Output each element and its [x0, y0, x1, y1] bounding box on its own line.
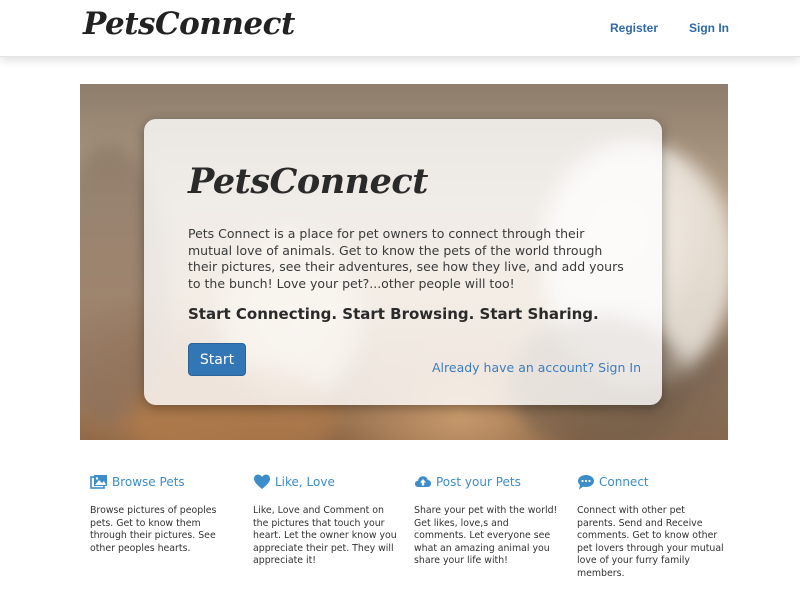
brand-logo[interactable]: PetsConnect: [83, 6, 295, 42]
feature-description: Connect with other pet parents. Send and…: [577, 505, 724, 579]
sign-in-link[interactable]: Sign In: [689, 21, 729, 35]
feature-browse-pets: Browse Pets Browse pictures of peoples p…: [90, 472, 238, 555]
intro-description: Pets Connect is a place for pet owners t…: [188, 226, 624, 291]
feature-description: Share your pet with the world! Get likes…: [414, 505, 558, 567]
feature-like-love: Like, Love Like, Love and Comment on the…: [253, 472, 401, 568]
images-icon: [90, 475, 107, 489]
feature-title[interactable]: Like, Love: [275, 475, 335, 489]
tagline: Start Connecting. Start Browsing. Start …: [188, 305, 599, 323]
already-have-account-link[interactable]: Already have an account? Sign In: [432, 360, 641, 375]
feature-title[interactable]: Browse Pets: [112, 475, 185, 489]
feature-title[interactable]: Connect: [599, 475, 649, 489]
chat-icon: [578, 475, 594, 490]
intro-card: PetsConnect Pets Connect is a place for …: [144, 119, 662, 405]
hero-banner: PetsConnect Pets Connect is a place for …: [80, 84, 728, 440]
card-logo: PetsConnect: [188, 161, 428, 202]
feature-description: Like, Love and Comment on the pictures t…: [253, 505, 397, 567]
feature-description: Browse pictures of peoples pets. Get to …: [90, 505, 217, 554]
start-button[interactable]: Start: [188, 343, 246, 376]
heart-icon: [254, 474, 270, 489]
cloud-upload-icon: [415, 476, 431, 487]
feature-post-pets: Post your Pets Share your pet with the w…: [414, 472, 562, 568]
feature-title[interactable]: Post your Pets: [436, 475, 521, 489]
feature-connect: Connect Connect with other pet parents. …: [577, 472, 725, 581]
register-link[interactable]: Register: [610, 21, 658, 35]
navbar: PetsConnect Register Sign In: [0, 0, 800, 57]
